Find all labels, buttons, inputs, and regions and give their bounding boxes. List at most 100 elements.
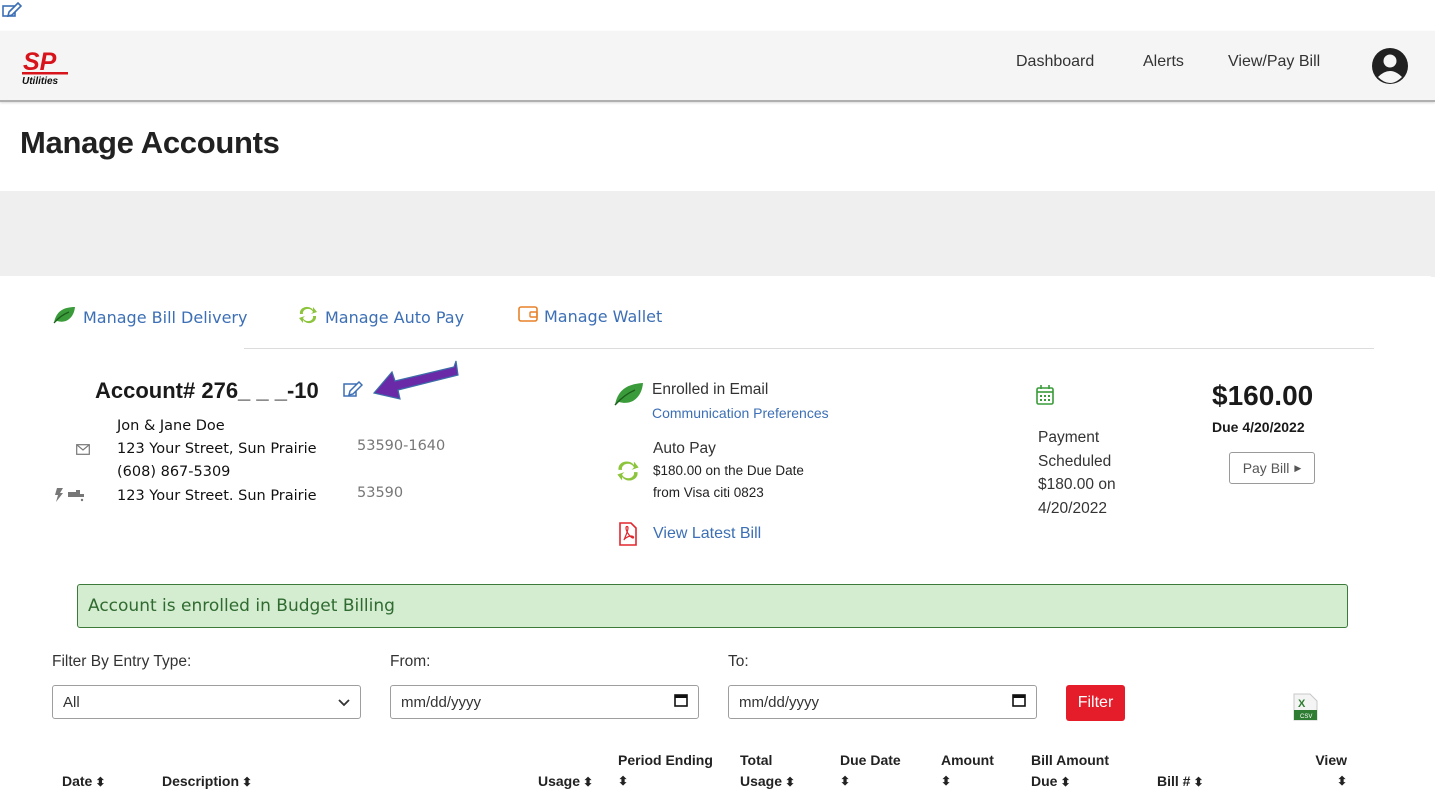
arrow-pointer-icon [370,357,462,408]
th-label: Amount [941,752,994,768]
calendar-icon[interactable] [674,693,688,711]
th-label: Bill # [1157,773,1191,789]
th-date[interactable]: Date ⬍ [62,771,105,793]
payment-line: $180.00 on [1038,476,1116,493]
envelope-icon [76,442,90,460]
svg-text:SP: SP [23,48,57,76]
th-label: Usage [740,773,783,789]
autopay-icon [615,459,641,488]
th-total-usage[interactable]: Total Usage ⬍ [740,750,795,793]
nav-view-pay-bill[interactable]: View/Pay Bill [1228,53,1320,71]
sort-icon: ⬍ [1060,775,1071,789]
autopay-source: from Visa citi 0823 [653,485,764,500]
tab-manage-wallet[interactable]: Manage Wallet [518,305,662,327]
payment-line: Payment [1038,429,1100,446]
entry-type-select[interactable]: All [52,685,361,719]
top-navbar: SP Utilities Dashboard Alerts View/Pay B… [0,31,1435,102]
payment-line: Scheduled [1038,452,1112,470]
mailing-address: 123 Your Street, Sun Prairie [117,441,317,457]
from-date-placeholder: mm/dd/yyyy [401,693,482,711]
th-label: View [1315,752,1347,768]
view-latest-bill-link[interactable]: View Latest Bill [653,525,761,543]
th-bill-amount-due[interactable]: Bill Amount Due ⬍ [1031,750,1109,793]
service-address: 123 Your Street. Sun Prairie [117,488,317,504]
sort-icon: ⬍ [95,775,106,789]
chevron-down-icon [338,694,350,711]
th-label: Bill Amount [1031,752,1110,768]
sort-icon: ⬍ [1193,775,1204,789]
pay-bill-label: Pay Bill [1242,460,1290,476]
payment-scheduled-info: Payment Scheduled $180.00 on 4/20/2022 [1038,426,1116,520]
account-holder-name: Jon & Jane Doe [117,418,225,434]
nav-dashboard[interactable]: Dashboard [1016,53,1094,71]
sort-icon: ⬍ [242,775,253,789]
csv-icon-label: CSV [1300,714,1312,720]
communication-preferences-link[interactable]: Communication Preferences [652,405,829,421]
calendar-icon[interactable] [1012,693,1026,711]
tab-active-indicator [52,347,244,349]
th-label: Total [740,752,773,768]
leaf-icon [613,381,645,412]
th-label: Period Ending [618,752,713,768]
th-amount[interactable]: Amount ⬍ [941,750,994,792]
edit-icon[interactable] [2,1,23,23]
th-description[interactable]: Description ⬍ [162,771,252,793]
th-period-ending[interactable]: Period Ending ⬍ [618,750,713,792]
autopay-amount: $180.00 on the Due Date [653,463,804,478]
sort-icon: ⬍ [785,775,796,789]
sort-icon: ⬍ [941,774,952,788]
gray-band [0,191,1435,277]
tab-divider [52,348,1374,349]
tab-label: Manage Auto Pay [325,307,465,327]
nav-alerts[interactable]: Alerts [1143,53,1184,71]
th-view[interactable]: View ⬍ [1313,750,1347,792]
mailing-zip: 53590-1640 [357,438,446,454]
th-label: Description [162,773,240,789]
account-number: Account# 276_ _ _-10 [95,378,319,403]
tab-label: Manage Bill Delivery [83,307,248,327]
pay-bill-button[interactable]: Pay Bill ▶ [1229,452,1315,484]
caret-right-icon: ▶ [1294,462,1302,473]
filter-button[interactable]: Filter [1066,685,1125,721]
th-label: Usage [538,773,581,789]
from-date-input[interactable]: mm/dd/yyyy [390,685,699,719]
pdf-icon [618,522,638,551]
email-enrollment-status: Enrolled in Email [652,381,769,398]
tab-manage-bill-delivery[interactable]: Manage Bill Delivery [52,305,247,329]
page-title: Manage Accounts [20,125,280,160]
payment-line: 4/20/2022 [1038,499,1107,517]
sort-icon: ⬍ [1336,774,1347,788]
to-label: To: [728,653,749,670]
budget-billing-banner: Account is enrolled in Budget Billing [77,584,1348,628]
th-label: Due Date [840,752,901,768]
recycle-icon [297,305,319,329]
wallet-icon [518,305,538,327]
to-date-input[interactable]: mm/dd/yyyy [728,685,1037,719]
to-date-placeholder: mm/dd/yyyy [739,693,820,711]
edit-account-icon[interactable] [343,380,364,403]
from-label: From: [390,653,431,670]
csv-export-icon[interactable]: X CSV [1291,693,1319,726]
th-due-date[interactable]: Due Date ⬍ [840,750,901,792]
due-date: Due 4/20/2022 [1212,419,1305,435]
th-usage[interactable]: Usage ⬍ [538,771,593,793]
autopay-title: Auto Pay [653,440,716,457]
service-zip: 53590 [357,485,404,501]
csv-icon-letter: X [1298,698,1306,710]
tab-label: Manage Wallet [544,306,663,326]
electric-water-icon [54,488,90,507]
entry-type-value: All [63,693,80,711]
th-label: Due [1031,773,1058,789]
calendar-icon [1035,384,1055,411]
filter-type-label: Filter By Entry Type: [52,653,192,670]
svg-text:Utilities: Utilities [22,76,59,86]
th-bill-number[interactable]: Bill # ⬍ [1157,771,1204,793]
sp-utilities-logo[interactable]: SP Utilities [20,48,74,87]
leaf-icon [52,305,77,329]
user-avatar-icon[interactable] [1371,47,1409,90]
balance-amount: $160.00 [1212,380,1314,411]
sort-icon: ⬍ [618,774,629,788]
th-label: Date [62,773,93,789]
tab-manage-auto-pay[interactable]: Manage Auto Pay [297,305,464,329]
phone-number: (608) 867-5309 [117,464,231,480]
